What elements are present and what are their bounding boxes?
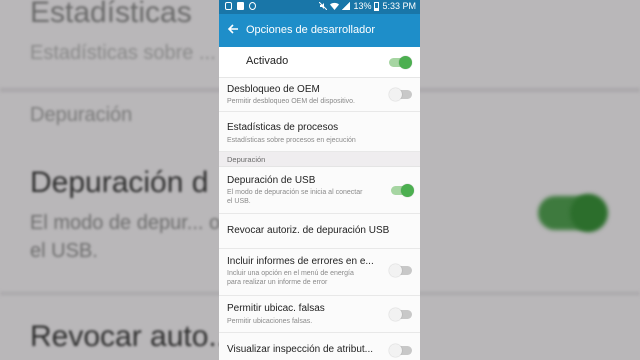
page-title: Opciones de desarrollador — [246, 24, 376, 36]
bg-text-depuracion: Depuración — [30, 104, 133, 126]
setting-subtitle-line2: el USB. — [227, 198, 251, 205]
setting-view-attribute-inspection[interactable]: Visualizar inspección de atribut... — [219, 333, 420, 360]
phone-screen: 13% 5:33 PM Opciones de desarrollador Ac… — [219, 0, 420, 360]
system-icons: 13% 5:33 PM — [319, 1, 416, 11]
setting-subtitle-line2: para realizar un informe de error — [227, 279, 328, 286]
status-bar: 13% 5:33 PM — [219, 0, 420, 14]
chat-icon — [249, 2, 256, 10]
battery-percent: 13% — [353, 1, 372, 11]
video-icon — [237, 2, 244, 10]
setting-title: Visualizar inspección de atribut... — [227, 344, 374, 355]
setting-title: Permitir ubicac. falsas — [227, 303, 325, 314]
section-label: Depuración — [227, 155, 266, 164]
setting-mock-locations[interactable]: Permitir ubicac. falsas Permitir ubicaci… — [219, 296, 420, 333]
bg-toggle-knob — [570, 194, 608, 232]
attribute-inspection-toggle[interactable] — [389, 344, 412, 357]
bg-text-estadisticas: Estadísticas — [30, 0, 192, 29]
notification-icons — [225, 2, 256, 10]
mock-locations-toggle[interactable] — [389, 308, 412, 321]
setting-title: Depuración de USB — [227, 175, 316, 186]
bg-text-depuracion-usb: Depuración d — [30, 166, 209, 199]
bg-text-usb: el USB. — [30, 240, 98, 262]
bug-report-toggle[interactable] — [389, 264, 412, 277]
oem-unlock-toggle[interactable] — [389, 88, 412, 101]
setting-subtitle: Permitir desbloqueo OEM del dispositivo. — [227, 98, 356, 105]
setting-subtitle: Estadísticas sobre procesos en ejecución — [227, 137, 356, 144]
setting-title: Incluir informes de errores en e... — [227, 256, 374, 267]
app-bar: Opciones de desarrollador — [219, 14, 420, 47]
setting-usb-debugging[interactable]: Depuración de USB El modo de depuración … — [219, 167, 420, 214]
setting-bug-report[interactable]: Incluir informes de errores en e... Incl… — [219, 249, 420, 296]
clock: 5:33 PM — [382, 1, 416, 11]
master-toggle[interactable] — [389, 56, 412, 69]
setting-subtitle-line1: Incluir una opción en el menú de energía — [227, 270, 354, 277]
back-arrow-icon[interactable] — [227, 22, 241, 38]
setting-oem-unlock[interactable]: Desbloqueo de OEM Permitir desbloqueo OE… — [219, 78, 420, 112]
shield-icon — [225, 2, 232, 10]
setting-revoke-usb-auth[interactable]: Revocar autoriz. de depuración USB — [219, 214, 420, 249]
setting-process-stats[interactable]: Estadísticas de procesos Estadísticas so… — [219, 112, 420, 152]
master-switch-label: Activado — [246, 55, 289, 67]
setting-subtitle: Permitir ubicaciones falsas. — [227, 318, 313, 325]
setting-title: Revocar autoriz. de depuración USB — [227, 225, 390, 236]
setting-subtitle-line1: El modo de depuración se inicia al conec… — [227, 189, 363, 196]
usb-debugging-toggle[interactable] — [391, 184, 414, 197]
signal-icon — [342, 2, 351, 10]
mute-icon — [319, 2, 328, 10]
section-header-debugging: Depuración — [219, 152, 420, 167]
master-switch-row[interactable]: Activado — [219, 47, 420, 78]
setting-title: Estadísticas de procesos — [227, 122, 339, 133]
wifi-icon — [330, 2, 340, 10]
battery-icon — [374, 1, 380, 11]
setting-title: Desbloqueo de OEM — [227, 84, 320, 95]
